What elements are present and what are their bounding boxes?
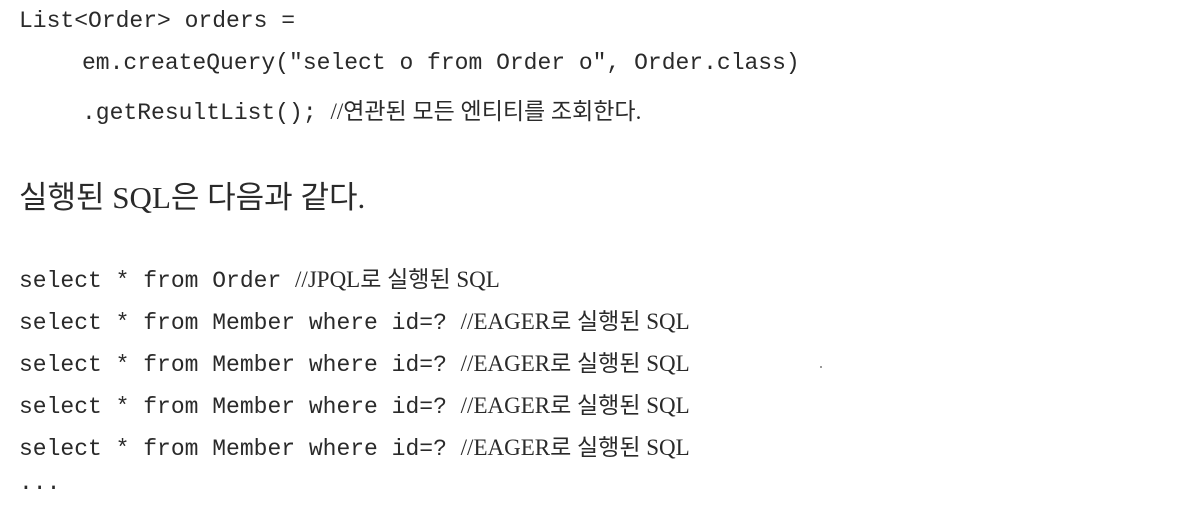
- sql-line-1-code: select * from Order: [19, 268, 296, 294]
- sql-line-4-code: select * from Member where id=?: [19, 394, 461, 420]
- sql-line-2-code: select * from Member where id=?: [19, 310, 461, 336]
- sql-line-1-comment: //JPQL로 실행된 SQL: [295, 267, 500, 292]
- code-line-3: .getResultList(); //연관된 모든 엔티티를 조회한다.: [19, 92, 641, 126]
- sql-line-1: select * from Order //JPQL로 실행된 SQL: [19, 260, 500, 294]
- sql-line-3-code: select * from Member where id=?: [19, 352, 461, 378]
- sql-ellipsis: ...: [19, 470, 61, 496]
- code-line-3-code: .getResultList();: [82, 100, 331, 126]
- sql-line-3: select * from Member where id=? //EAGER로…: [19, 344, 690, 378]
- code-line-3-comment: //연관된 모든 엔티티를 조회한다.: [330, 99, 642, 124]
- stray-dot: [820, 366, 822, 368]
- sql-line-5-code: select * from Member where id=?: [19, 436, 461, 462]
- sql-line-4-comment: //EAGER로 실행된 SQL: [460, 393, 690, 418]
- code-line-1: List<Order> orders =: [19, 8, 296, 34]
- sql-line-5: select * from Member where id=? //EAGER로…: [19, 428, 690, 462]
- code-line-2: em.createQuery("select o from Order o", …: [82, 50, 800, 76]
- sql-line-2: select * from Member where id=? //EAGER로…: [19, 302, 690, 336]
- prose-sentence: 실행된 SQL은 다음과 같다.: [19, 180, 366, 215]
- sql-line-5-comment: //EAGER로 실행된 SQL: [460, 435, 690, 460]
- sql-line-3-comment: //EAGER로 실행된 SQL: [460, 351, 690, 376]
- sql-line-2-comment: //EAGER로 실행된 SQL: [460, 309, 690, 334]
- sql-line-4: select * from Member where id=? //EAGER로…: [19, 386, 690, 420]
